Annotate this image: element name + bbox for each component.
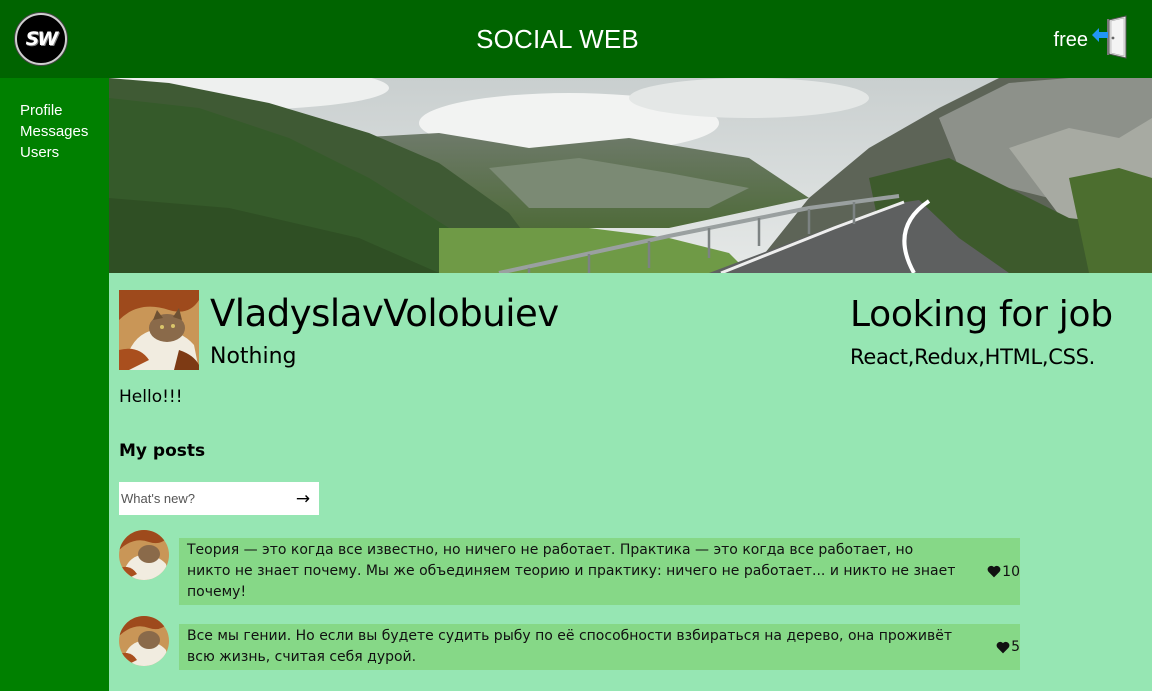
- like-count: 5: [1011, 639, 1020, 655]
- sidebar-item-messages: Messages: [20, 121, 109, 142]
- like-counter[interactable]: 10: [987, 564, 1020, 580]
- posts-heading: My posts: [119, 441, 206, 461]
- sidebar-item-profile: Profile: [20, 100, 109, 121]
- post-text: Теория — это когда все известно, но ниче…: [187, 542, 956, 600]
- post-content: Все мы гении. Но если вы будете судить р…: [179, 624, 1020, 670]
- heart-icon[interactable]: [987, 565, 1001, 578]
- profile-full-name: VladyslavVolobuiev: [210, 292, 559, 335]
- post-content: Теория — это когда все известно, но ниче…: [179, 538, 1020, 605]
- profile-about: Hello!!!: [119, 387, 183, 407]
- post-text: Все мы гении. Но если вы будете судить р…: [187, 628, 953, 665]
- sidebar: Profile Messages Users: [0, 78, 109, 691]
- new-post-form: →: [119, 482, 319, 515]
- heart-icon[interactable]: [996, 641, 1010, 654]
- sidebar-item-users: Users: [20, 142, 109, 163]
- job-skills: React,Redux,HTML,CSS.: [850, 345, 1096, 369]
- post-author-avatar: [119, 530, 169, 580]
- new-post-input[interactable]: [119, 483, 289, 514]
- profile-banner-image: [109, 78, 1152, 273]
- app-title: SOCIAL WEB: [476, 24, 639, 54]
- sidebar-link-users[interactable]: Users: [20, 142, 109, 163]
- login-username[interactable]: free: [1054, 29, 1088, 52]
- post-author-avatar: [119, 616, 169, 666]
- app-header: SW SOCIAL WEB free: [0, 0, 1152, 78]
- profile-avatar: [119, 290, 199, 370]
- sidebar-link-profile[interactable]: Profile: [20, 100, 109, 121]
- send-post-button[interactable]: →: [289, 483, 317, 514]
- profile-status[interactable]: Nothing: [210, 344, 297, 369]
- like-counter[interactable]: 5: [996, 639, 1020, 655]
- sidebar-link-messages[interactable]: Messages: [20, 121, 109, 142]
- login-area[interactable]: free: [1054, 14, 1136, 64]
- door-exit-icon[interactable]: [1090, 14, 1136, 64]
- like-count: 10: [1002, 563, 1020, 580]
- job-status-title: Looking for job: [850, 294, 1113, 335]
- sidebar-nav: Profile Messages Users: [0, 78, 109, 163]
